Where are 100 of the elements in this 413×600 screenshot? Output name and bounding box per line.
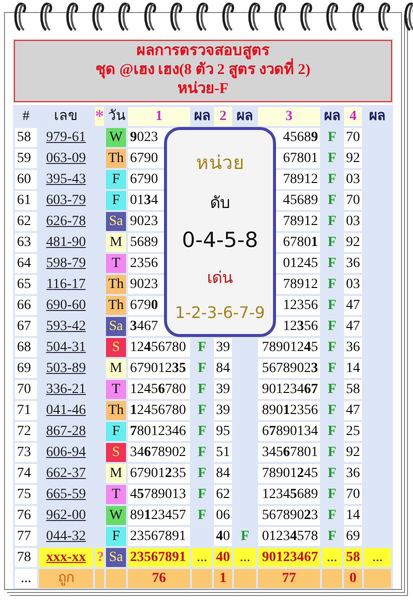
number-code-cell[interactable]: 603-79 bbox=[39, 191, 93, 210]
number-cell: 47 bbox=[344, 401, 362, 420]
number-code-cell[interactable]: 395-43 bbox=[39, 170, 93, 189]
number-code-cell[interactable]: 041-46 bbox=[39, 401, 93, 420]
number-cell: 56789023 bbox=[258, 506, 320, 525]
day-cell: Sa bbox=[106, 317, 126, 336]
number-code-cell[interactable]: 979-61 bbox=[39, 128, 93, 147]
number-code-cell[interactable]: 665-59 bbox=[39, 485, 93, 504]
number-code-cell[interactable]: 504-31 bbox=[39, 338, 93, 357]
more-cell[interactable]: ... bbox=[15, 569, 37, 588]
number-code-cell[interactable]: 598-79 bbox=[39, 254, 93, 273]
column-header: ผล bbox=[193, 108, 212, 126]
day-cell: Sa bbox=[106, 212, 126, 231]
day-cell: T bbox=[106, 485, 126, 504]
number-code-cell[interactable]: 593-42 bbox=[39, 317, 93, 336]
row-number: 74 bbox=[15, 464, 37, 483]
number-cell: 06 bbox=[214, 506, 232, 525]
number-code-cell[interactable]: 867-28 bbox=[39, 422, 93, 441]
number-cell: 84 bbox=[214, 359, 232, 378]
day-cell: S bbox=[106, 443, 126, 462]
result-cell-text: F bbox=[326, 360, 338, 378]
result-cell-text: F bbox=[196, 402, 208, 420]
number-cell: 14 bbox=[344, 506, 362, 525]
number-cell: 34567801 bbox=[258, 443, 320, 462]
row-number: 76 bbox=[15, 506, 37, 525]
number-code-cell[interactable]: 662-37 bbox=[39, 464, 93, 483]
row-number: 68 bbox=[15, 338, 37, 357]
column-header: 4 bbox=[344, 107, 362, 126]
result-cell-text: F bbox=[196, 381, 208, 399]
column-header: ผล bbox=[323, 108, 342, 126]
day-cell: W bbox=[106, 506, 126, 525]
number-code-cell[interactable]: 336-21 bbox=[39, 380, 93, 399]
row-number: 65 bbox=[15, 275, 37, 294]
result-cell-text: F bbox=[196, 423, 208, 441]
title-line: หน่วย-F bbox=[176, 80, 230, 99]
number-cell: 39 bbox=[214, 338, 232, 357]
row-number: 70 bbox=[15, 380, 37, 399]
number-cell: 39 bbox=[214, 380, 232, 399]
number-cell: 36 bbox=[344, 254, 362, 273]
column-header: วัน bbox=[107, 108, 126, 126]
number-cell: 58 bbox=[344, 380, 362, 399]
row-number: 67 bbox=[15, 317, 37, 336]
number-cell: 45789013 bbox=[128, 485, 190, 504]
result-cell-text: F bbox=[326, 234, 338, 252]
row-number: 63 bbox=[15, 233, 37, 252]
row-number: 62 bbox=[15, 212, 37, 231]
column-header: ผล bbox=[368, 108, 387, 126]
result-cell-text: F bbox=[326, 171, 338, 189]
number-cell: 12456780 bbox=[128, 338, 190, 357]
day-cell: Th bbox=[106, 296, 126, 315]
row-number: 72 bbox=[15, 422, 37, 441]
result-cell: ... bbox=[192, 548, 212, 567]
row-number: 64 bbox=[15, 254, 37, 273]
number-code-cell[interactable]: xxx-xx bbox=[39, 548, 93, 567]
number-code-cell[interactable]: 606-94 bbox=[39, 443, 93, 462]
number-cell: 78901245 bbox=[258, 464, 320, 483]
number-cell: 23567891 bbox=[128, 548, 190, 567]
number-cell: 89012356 bbox=[258, 401, 320, 420]
number-code-cell[interactable]: 044-32 bbox=[39, 527, 93, 546]
result-cell: ... bbox=[364, 548, 391, 567]
number-cell: 12345689 bbox=[258, 485, 320, 504]
day-cell: Th bbox=[106, 149, 126, 168]
number-cell: 39 bbox=[214, 401, 232, 420]
hit-count: 1 bbox=[214, 569, 232, 588]
number-code-cell[interactable]: 626-78 bbox=[39, 212, 93, 231]
number-cell: 92 bbox=[344, 149, 362, 168]
number-cell: 47 bbox=[344, 317, 362, 336]
number-code-cell[interactable]: 503-89 bbox=[39, 359, 93, 378]
result-cell-text: F bbox=[326, 150, 338, 168]
result-cell-text: F bbox=[196, 507, 208, 525]
result-cell-text: F bbox=[326, 402, 338, 420]
day-cell: S bbox=[106, 338, 126, 357]
number-code-cell[interactable]: 116-17 bbox=[39, 275, 93, 294]
number-cell: 70 bbox=[344, 128, 362, 147]
number-cell: 67890134 bbox=[258, 422, 320, 441]
result-cell-text: F bbox=[326, 297, 338, 315]
number-cell: 01234578 bbox=[258, 527, 320, 546]
day-cell: Sa bbox=[106, 548, 126, 567]
number-code-cell[interactable]: 690-60 bbox=[39, 296, 93, 315]
result-cell-text: F bbox=[326, 192, 338, 210]
day-cell: F bbox=[106, 422, 126, 441]
number-code-cell[interactable]: 063-09 bbox=[39, 149, 93, 168]
number-cell: 90123467 bbox=[258, 548, 320, 567]
row-number: 69 bbox=[15, 359, 37, 378]
number-cell: 40 bbox=[214, 548, 232, 567]
result-cell-text: F bbox=[196, 486, 208, 504]
result-cell-text: F bbox=[326, 486, 338, 504]
result-cell-text: F bbox=[326, 423, 338, 441]
number-cell: 84 bbox=[214, 464, 232, 483]
hit-count: 0 bbox=[344, 569, 362, 588]
day-cell: M bbox=[106, 233, 126, 252]
day-cell: Th bbox=[106, 275, 126, 294]
hits-label: ถูก bbox=[39, 569, 93, 588]
result-cell-text: F bbox=[326, 465, 338, 483]
number-code-cell[interactable]: 481-90 bbox=[39, 233, 93, 252]
result-cell-text: F bbox=[326, 255, 338, 273]
number-code-cell[interactable]: 962-00 bbox=[39, 506, 93, 525]
result-cell-text: F bbox=[196, 465, 208, 483]
row-number: 61 bbox=[15, 191, 37, 210]
number-cell: 89123457 bbox=[128, 506, 190, 525]
